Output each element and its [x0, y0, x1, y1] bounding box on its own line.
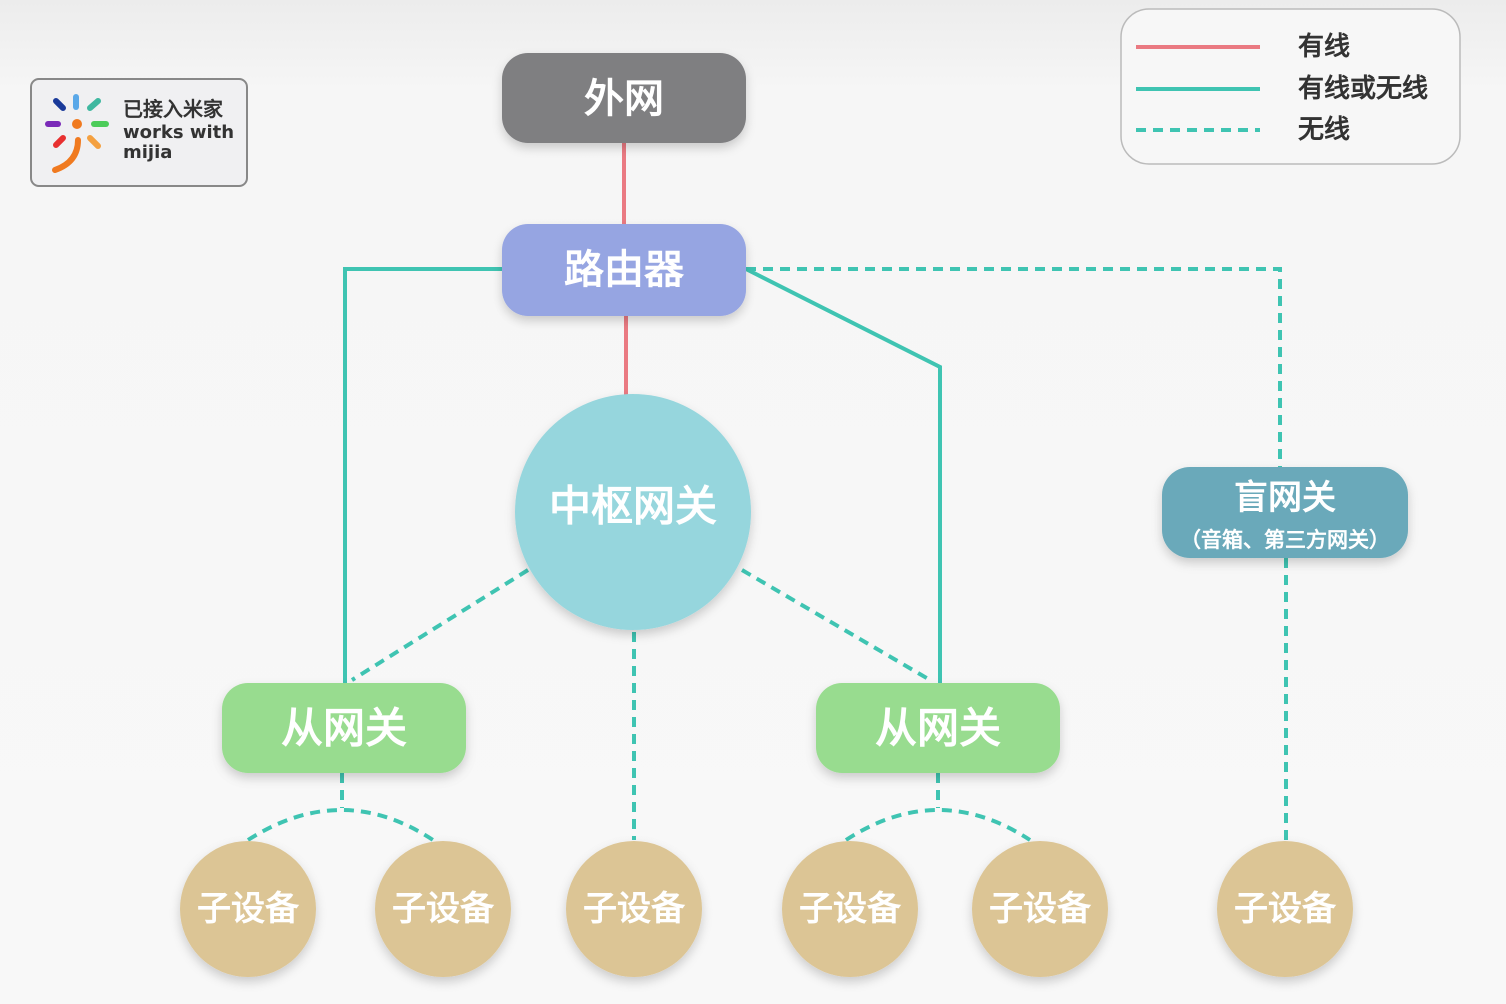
node-hub-label: 中枢网关 [549, 482, 717, 531]
node-internet: 外网 [502, 53, 746, 143]
logo-text-works-with: works with [123, 122, 234, 143]
network-diagram: 已接入米家 works with mijia 有线 有线或无线 无线 外网 路由… [30, 8, 1461, 977]
sub-devices: 子设备 子设备 子设备 子设备 子设备 子设备 [180, 841, 1353, 977]
node-router-label: 路由器 [564, 247, 685, 293]
sub-device-label: 子设备 [989, 889, 1092, 929]
node-internet-label: 外网 [584, 76, 664, 122]
link-slave-right-arc [844, 808, 1032, 842]
node-router: 路由器 [502, 224, 746, 316]
legend-wired-label: 有线 [1298, 32, 1350, 62]
node-blind-label: 盲网关 [1234, 478, 1336, 518]
link-hub-slave-left [350, 568, 530, 682]
sub-device: 子设备 [566, 841, 702, 977]
logo-text-cn: 已接入米家 [123, 97, 224, 121]
node-slave-left-label: 从网关 [281, 704, 407, 753]
node-slave-right: 从网关 [816, 683, 1060, 773]
sub-device-label: 子设备 [799, 889, 902, 929]
sub-device: 子设备 [972, 841, 1108, 977]
link-hub-slave-right [740, 568, 932, 682]
sub-device-label: 子设备 [583, 889, 686, 929]
sub-device-label: 子设备 [392, 889, 495, 929]
legend: 有线 有线或无线 无线 [1120, 8, 1461, 165]
sub-device: 子设备 [1217, 841, 1353, 977]
node-blind-gateway: 盲网关 （音箱、第三方网关） [1162, 467, 1408, 558]
link-slave-left-arc [246, 808, 435, 842]
node-hub: 中枢网关 [515, 394, 751, 630]
link-router-blind [746, 267, 1282, 467]
legend-wired-or-wireless-label: 有线或无线 [1298, 74, 1428, 104]
sub-device: 子设备 [180, 841, 316, 977]
logo-text-mijia: mijia [123, 142, 172, 163]
node-slave-left: 从网关 [222, 683, 466, 773]
sub-device: 子设备 [375, 841, 511, 977]
sub-device-label: 子设备 [197, 889, 300, 929]
mijia-logo: 已接入米家 works with mijia [30, 78, 248, 187]
link-router-slave-left [343, 267, 502, 683]
legend-wireless-label: 无线 [1298, 115, 1350, 145]
sub-device-label: 子设备 [1234, 889, 1337, 929]
sub-device: 子设备 [782, 841, 918, 977]
node-slave-right-label: 从网关 [875, 704, 1001, 753]
link-router-slave-right [745, 267, 942, 683]
node-blind-sublabel: （音箱、第三方网关） [1180, 528, 1390, 552]
